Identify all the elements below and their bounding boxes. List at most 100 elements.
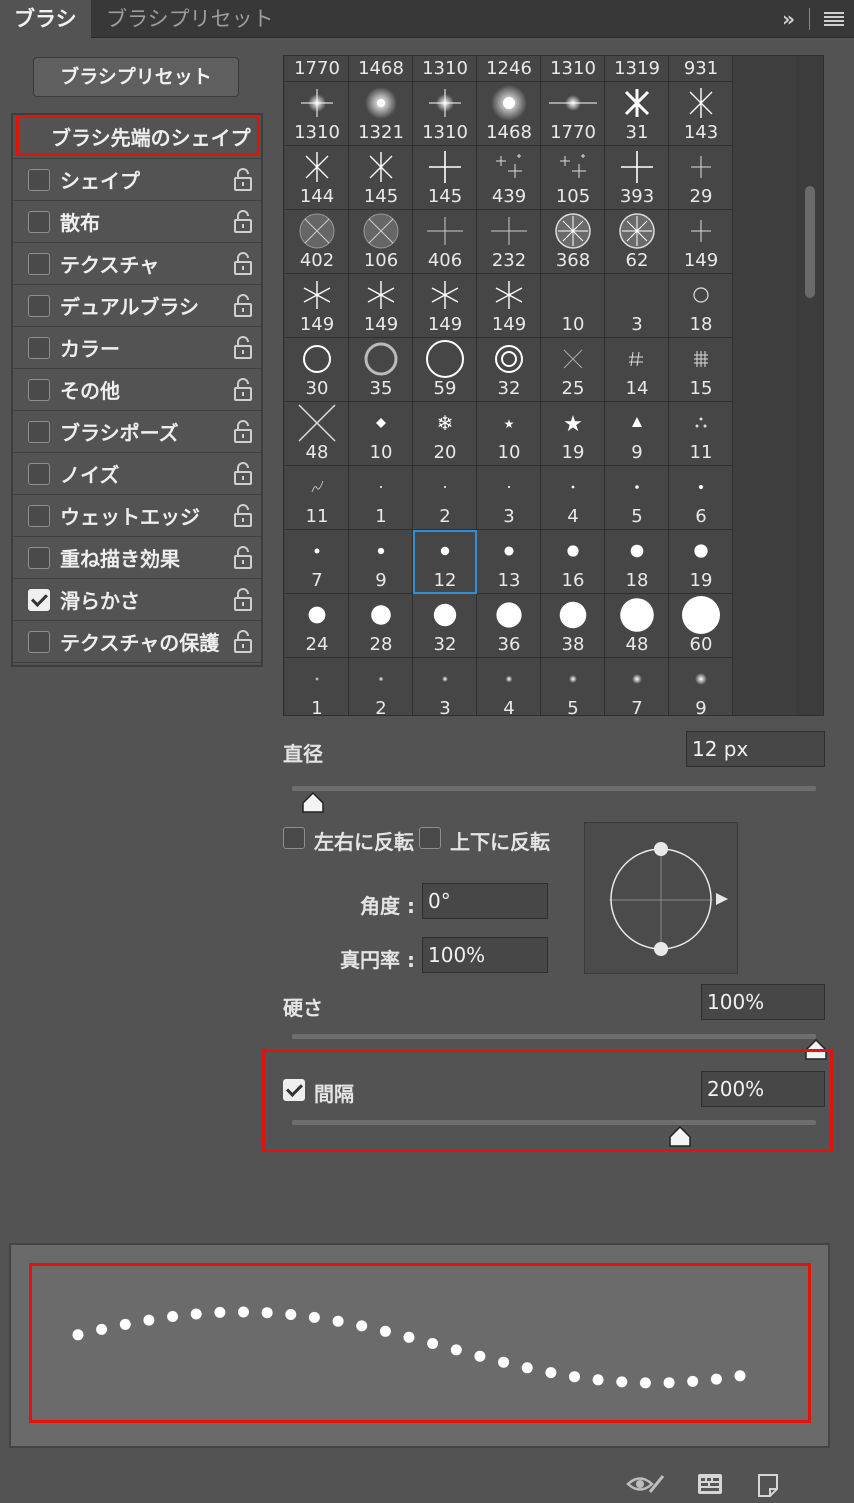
spacing-checkbox[interactable] [283,1079,305,1101]
diameter-slider[interactable] [292,786,816,791]
grid-scrollbar[interactable] [796,56,823,715]
brush-tip-cell[interactable]: 143 [669,82,733,146]
brush-tip-cell[interactable]: ★ 10 [477,402,541,466]
brush-tip-cell[interactable]: 1319 [605,56,669,82]
option-checkbox[interactable] [28,588,50,611]
brush-option-9[interactable]: ウェットエッジ [13,495,261,537]
brush-tip-cell[interactable]: 1310 [541,56,605,82]
brush-tip-cell[interactable]: 25 [541,338,605,402]
brush-tip-cell[interactable]: 406 [413,210,477,274]
brush-tip-cell[interactable]: 3 [605,274,669,338]
option-checkbox[interactable] [28,168,50,191]
angle-dial-icon[interactable] [585,823,739,975]
brush-tip-cell[interactable]: 12 [413,530,477,594]
brush-tip-cell[interactable]: 1310 [285,82,349,146]
brush-tip-cell[interactable]: 60 [669,594,733,658]
angle-field[interactable]: 0° [422,883,548,919]
brush-tip-cell[interactable]: 2 [349,658,413,715]
brush-tip-cell[interactable]: 5 [605,466,669,530]
tab-brush[interactable]: ブラシ [0,0,91,39]
angle-roundness-widget[interactable] [584,822,738,974]
brush-tip-cell[interactable]: 439 [477,146,541,210]
brush-tip-cell[interactable]: 28 [349,594,413,658]
brush-tip-cell[interactable]: 1468 [349,56,413,82]
flip-x-checkbox[interactable] [283,827,305,849]
scroll-thumb[interactable] [805,186,815,298]
brush-tip-cell[interactable]: 3 [413,658,477,715]
brush-tip-cell[interactable]: 393 [605,146,669,210]
spacing-slider[interactable] [292,1120,816,1125]
hardness-slider[interactable] [292,1034,816,1039]
diameter-slider-handle[interactable] [301,792,325,814]
spacing-field[interactable]: 200% [701,1071,825,1107]
brush-tip-cell[interactable]: 232 [477,210,541,274]
lock-icon[interactable] [233,545,253,570]
brush-tip-cell[interactable]: 35 [349,338,413,402]
brush-tip-cell[interactable]: 59 [413,338,477,402]
brush-tip-cell[interactable]: 15 [669,338,733,402]
brush-option-3[interactable]: テクスチャ [13,243,261,285]
lock-icon[interactable] [233,461,253,486]
brush-tip-cell[interactable]: 1 [285,658,349,715]
brush-tip-cell[interactable]: 30 [285,338,349,402]
roundness-field[interactable]: 100% [422,937,548,973]
brush-tip-cell[interactable]: 931 [669,56,733,82]
brush-option-7[interactable]: ブラシポーズ [13,411,261,453]
diameter-field[interactable]: 12 px [686,731,825,767]
eye-brush-icon[interactable] [626,1470,666,1498]
option-checkbox[interactable] [28,546,50,569]
brush-tip-cell[interactable]: 3 [477,466,541,530]
brush-tip-cell[interactable]: 13 [477,530,541,594]
brush-tip-cell[interactable]: 9 [669,658,733,715]
option-checkbox[interactable] [28,210,50,233]
brush-tip-cell[interactable]: 106 [349,210,413,274]
brush-tip-cell[interactable]: 38 [541,594,605,658]
lock-icon[interactable] [233,209,253,234]
brush-option-2[interactable]: 散布 [13,201,261,243]
spacing-slider-handle[interactable] [668,1126,692,1148]
brush-tip-cell[interactable]: 149 [413,274,477,338]
brush-tip-cell[interactable]: 36 [477,594,541,658]
brush-tip-cell[interactable]: 9 [605,402,669,466]
brush-presets-button[interactable]: ブラシプリセット [33,57,239,97]
brush-tip-cell[interactable]: 11 [669,402,733,466]
brush-option-11[interactable]: 滑らかさ [13,579,261,621]
brush-tip-cell[interactable]: 5 [541,658,605,715]
brush-tip-cell[interactable]: 149 [349,274,413,338]
lock-icon[interactable] [233,293,253,318]
brush-tip-cell[interactable]: 1468 [477,82,541,146]
brush-tip-cell[interactable]: 11 [285,466,349,530]
brush-option-10[interactable]: 重ね描き効果 [13,537,261,579]
option-checkbox[interactable] [28,504,50,527]
option-checkbox[interactable] [28,294,50,317]
brush-tip-cell[interactable]: 62 [605,210,669,274]
brush-tip-cell[interactable]: 32 [413,594,477,658]
brush-option-12[interactable]: テクスチャの保護 [13,621,261,663]
brush-tip-cell[interactable]: 2 [413,466,477,530]
lock-icon[interactable] [233,377,253,402]
lock-icon[interactable] [233,629,253,654]
brush-tip-cell[interactable]: 16 [541,530,605,594]
option-checkbox[interactable] [28,252,50,275]
option-checkbox[interactable] [28,630,50,653]
brush-option-5[interactable]: カラー [13,327,261,369]
brush-tip-cell[interactable]: 4 [541,466,605,530]
panel-menu-icon[interactable] [824,12,844,26]
tab-brush-presets[interactable]: ブラシプリセット [92,0,288,38]
brush-tip-cell[interactable]: 18 [669,274,733,338]
brush-tip-cell[interactable]: 7 [285,530,349,594]
brush-tip-cell[interactable]: 18 [605,530,669,594]
brush-tip-cell[interactable]: 9 [349,530,413,594]
brush-tip-cell[interactable]: 4 [477,658,541,715]
brush-tip-cell[interactable]: 145 [349,146,413,210]
lock-icon[interactable] [233,167,253,192]
brush-tip-cell[interactable]: 7 [605,658,669,715]
lock-icon[interactable] [233,587,253,612]
brush-option-8[interactable]: ノイズ [13,453,261,495]
brush-tip-cell[interactable]: 10 [541,274,605,338]
option-checkbox[interactable] [28,462,50,485]
brush-tip-cell[interactable]: 1321 [349,82,413,146]
brush-tip-cell[interactable]: 368 [541,210,605,274]
brush-tip-cell[interactable]: 48 [605,594,669,658]
brush-tip-cell[interactable]: 1310 [413,56,477,82]
